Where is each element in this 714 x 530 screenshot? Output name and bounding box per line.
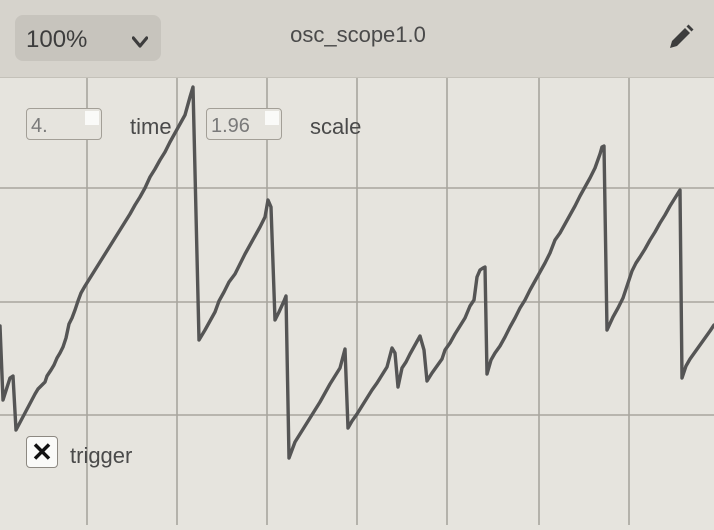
time-label: time [130, 114, 172, 139]
time-knob [85, 111, 99, 125]
window-title: osc_scope1.0 [290, 22, 426, 47]
oscilloscope-display: 4. time 1.96 scale ✕ trigger [0, 78, 714, 525]
title-bar: 100% osc_scope1.0 [0, 0, 714, 78]
trigger-label: trigger [70, 443, 133, 468]
pencil-icon[interactable] [664, 22, 696, 54]
time-number-box[interactable]: 4. [26, 108, 102, 140]
scale-label: scale [310, 114, 362, 139]
close-icon: ✕ [31, 437, 53, 467]
scale-number-box[interactable]: 1.96 [206, 108, 282, 140]
trigger-toggle[interactable]: ✕ [26, 436, 58, 468]
scale-value: 1.96 [211, 115, 250, 137]
time-value: 4. [31, 115, 48, 137]
scale-knob [265, 111, 279, 125]
